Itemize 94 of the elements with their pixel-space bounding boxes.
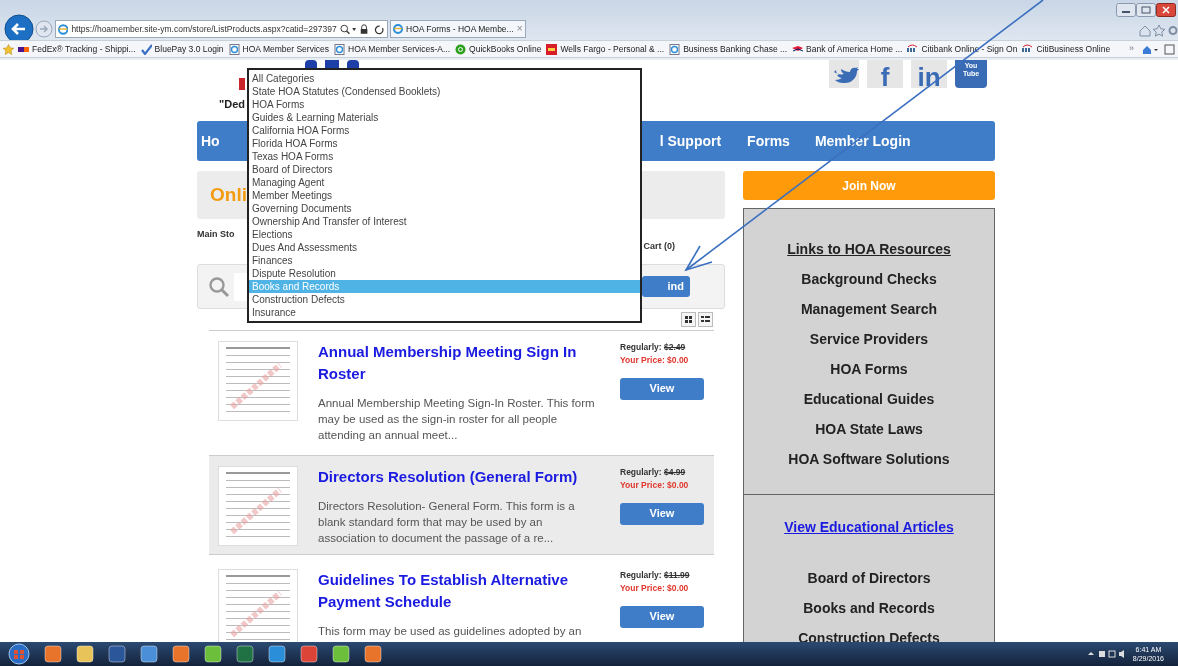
view-button[interactable]: View xyxy=(620,605,704,628)
tagline-text: "Ded xyxy=(219,97,245,112)
dropdown-option[interactable]: Governing Documents xyxy=(249,202,640,215)
product-title-link[interactable]: Annual Membership Meeting Sign In Roster xyxy=(318,341,600,385)
dropdown-option[interactable]: Texas HOA Forms xyxy=(249,150,640,163)
list-view-icon[interactable] xyxy=(698,312,713,327)
start-button[interactable] xyxy=(8,643,30,665)
app-icon[interactable] xyxy=(364,645,382,663)
favorite-link[interactable]: BluePay 3.0 Login xyxy=(140,42,224,56)
nav-link[interactable]: Member Login xyxy=(814,130,911,152)
dropdown-option[interactable]: Elections xyxy=(249,228,640,241)
dropdown-option[interactable]: Dispute Resolution xyxy=(249,267,640,280)
linkedin-link[interactable]: in xyxy=(911,60,947,88)
address-bar[interactable]: https://hoamember.site-ym.com/store/ListProducts.aspx?catid=297397 xyxy=(55,20,388,38)
store-heading: Onli xyxy=(210,182,247,207)
product-title-link[interactable]: Directors Resolution (General Form) xyxy=(318,466,600,488)
find-button[interactable]: ind xyxy=(642,276,690,297)
product-description: Directors Resolution- General Form. This form is a blank standard form that may be used by an association to document the passage of a re... xyxy=(318,499,576,546)
regular-price: Regularly: $11.99 xyxy=(620,569,691,582)
address-tools-icon xyxy=(339,23,385,35)
regular-price: Regularly: $4.99 xyxy=(620,466,687,479)
resource-link[interactable]: Background Checks xyxy=(801,269,937,290)
more-favorites-button[interactable]: » xyxy=(1129,42,1135,56)
dropdown-option[interactable]: All Categories xyxy=(249,72,640,85)
favorite-link[interactable]: Wells Fargo - Personal & ... xyxy=(546,42,665,56)
breadcrumb-link[interactable]: Main Sto xyxy=(197,228,235,242)
favorite-link[interactable]: Business Banking Chase ... xyxy=(669,42,788,56)
app-icon[interactable] xyxy=(332,645,350,663)
your-price: Your Price: $0.00 xyxy=(620,353,690,367)
dropdown-option[interactable]: Guides & Learning Materials xyxy=(249,111,640,124)
dropdown-option[interactable]: HOA Forms xyxy=(249,98,640,111)
dropdown-option[interactable]: Member Meetings xyxy=(249,189,640,202)
favicon-icon xyxy=(546,43,558,55)
favorite-link[interactable]: HOA Member Services xyxy=(228,42,330,56)
topic-link[interactable]: Books and Records xyxy=(803,598,935,619)
favorite-link[interactable]: QuickBooks Online xyxy=(455,42,542,56)
category-dropdown-list[interactable] xyxy=(247,68,642,323)
resource-link[interactable]: Educational Guides xyxy=(803,389,935,410)
nav-link[interactable]: l Support xyxy=(659,130,723,152)
favicon-icon xyxy=(228,43,240,55)
logo-mark-icon xyxy=(239,78,245,90)
favorite-link[interactable]: HOA Member Services-A... xyxy=(334,42,451,56)
regular-price: Regularly: $2.49 xyxy=(620,341,687,354)
resource-link[interactable]: Service Providers xyxy=(809,329,929,350)
dropdown-option[interactable]: Construction Defects xyxy=(249,293,640,306)
your-price: Your Price: $0.00 xyxy=(620,581,690,595)
browser-tab[interactable]: HOA Forms - HOA Membe... × xyxy=(390,20,526,38)
dropdown-option[interactable]: Dues And Assessments xyxy=(249,241,640,254)
articles-link[interactable]: View Educational Articles xyxy=(784,517,954,538)
browser-toolbar-icon[interactable] xyxy=(1138,24,1178,37)
app-icon[interactable] xyxy=(204,645,222,663)
close-icon[interactable] xyxy=(1156,3,1176,17)
favicon-icon xyxy=(140,43,152,55)
product-description: Annual Membership Meeting Sign-In Roster. This form may be used as the sign-in roster for all people attending an annual meet... xyxy=(318,396,596,443)
resource-link[interactable]: HOA State Laws xyxy=(815,419,923,440)
product-title-link[interactable]: Guidelines To Establish Alternative Payment Schedule xyxy=(318,569,600,613)
dropdown-option[interactable]: Board of Directors xyxy=(249,163,640,176)
nav-link[interactable]: Ho xyxy=(201,130,220,152)
view-button[interactable]: View xyxy=(620,377,704,400)
facebook-link[interactable]: f xyxy=(867,60,903,88)
product-description: This form may be used as guidelines adopted by an xyxy=(318,624,583,639)
grid-view-icon[interactable] xyxy=(681,312,696,327)
search-icon xyxy=(208,275,230,298)
nav-link[interactable]: Forms xyxy=(747,130,790,152)
dropdown-option[interactable]: State HOA Statutes (Condensed Booklets) xyxy=(249,85,640,98)
favorite-link[interactable]: CitiBusiness Online xyxy=(1022,42,1111,56)
favicon-icon xyxy=(907,43,919,55)
dropdown-option[interactable]: Finances xyxy=(249,254,640,267)
dropdown-option[interactable]: Insurance xyxy=(249,306,640,319)
favorites-star-icon[interactable] xyxy=(3,43,14,55)
favicon-icon xyxy=(669,43,681,55)
dropdown-option[interactable]: Florida HOA Forms xyxy=(249,137,640,150)
minimize-icon[interactable] xyxy=(1116,3,1136,17)
your-price: Your Price: $0.00 xyxy=(620,478,690,492)
favicon-icon xyxy=(1022,43,1034,55)
resources-heading-link[interactable]: Links to HOA Resources xyxy=(787,239,951,260)
twitter-bird-icon[interactable] xyxy=(829,60,859,88)
browser-page-icon xyxy=(393,24,403,34)
view-button[interactable]: View xyxy=(620,502,704,525)
favicon-icon xyxy=(455,43,467,55)
tab-close-button[interactable]: × xyxy=(516,24,523,34)
dropdown-option[interactable]: California HOA Forms xyxy=(249,124,640,137)
dropdown-option[interactable]: Managing Agent xyxy=(249,176,640,189)
topic-link[interactable]: Board of Directors xyxy=(807,568,931,589)
browser-page-icon xyxy=(58,23,69,35)
favorite-link[interactable]: Citibank Online - Sign On xyxy=(907,42,1018,56)
favorite-link[interactable]: Bank of America Home ... xyxy=(792,42,903,56)
resource-link[interactable]: HOA Software Solutions xyxy=(788,449,950,470)
favicon-icon xyxy=(334,43,346,55)
resource-link[interactable]: Management Search xyxy=(800,299,938,320)
dropdown-option[interactable]: Ownership And Transfer of Interest xyxy=(249,215,640,228)
resource-link[interactable]: HOA Forms xyxy=(830,359,908,380)
system-tray-icon[interactable] xyxy=(1086,649,1125,659)
favorite-link[interactable]: FedEx® Tracking - Shippi... xyxy=(18,42,136,56)
